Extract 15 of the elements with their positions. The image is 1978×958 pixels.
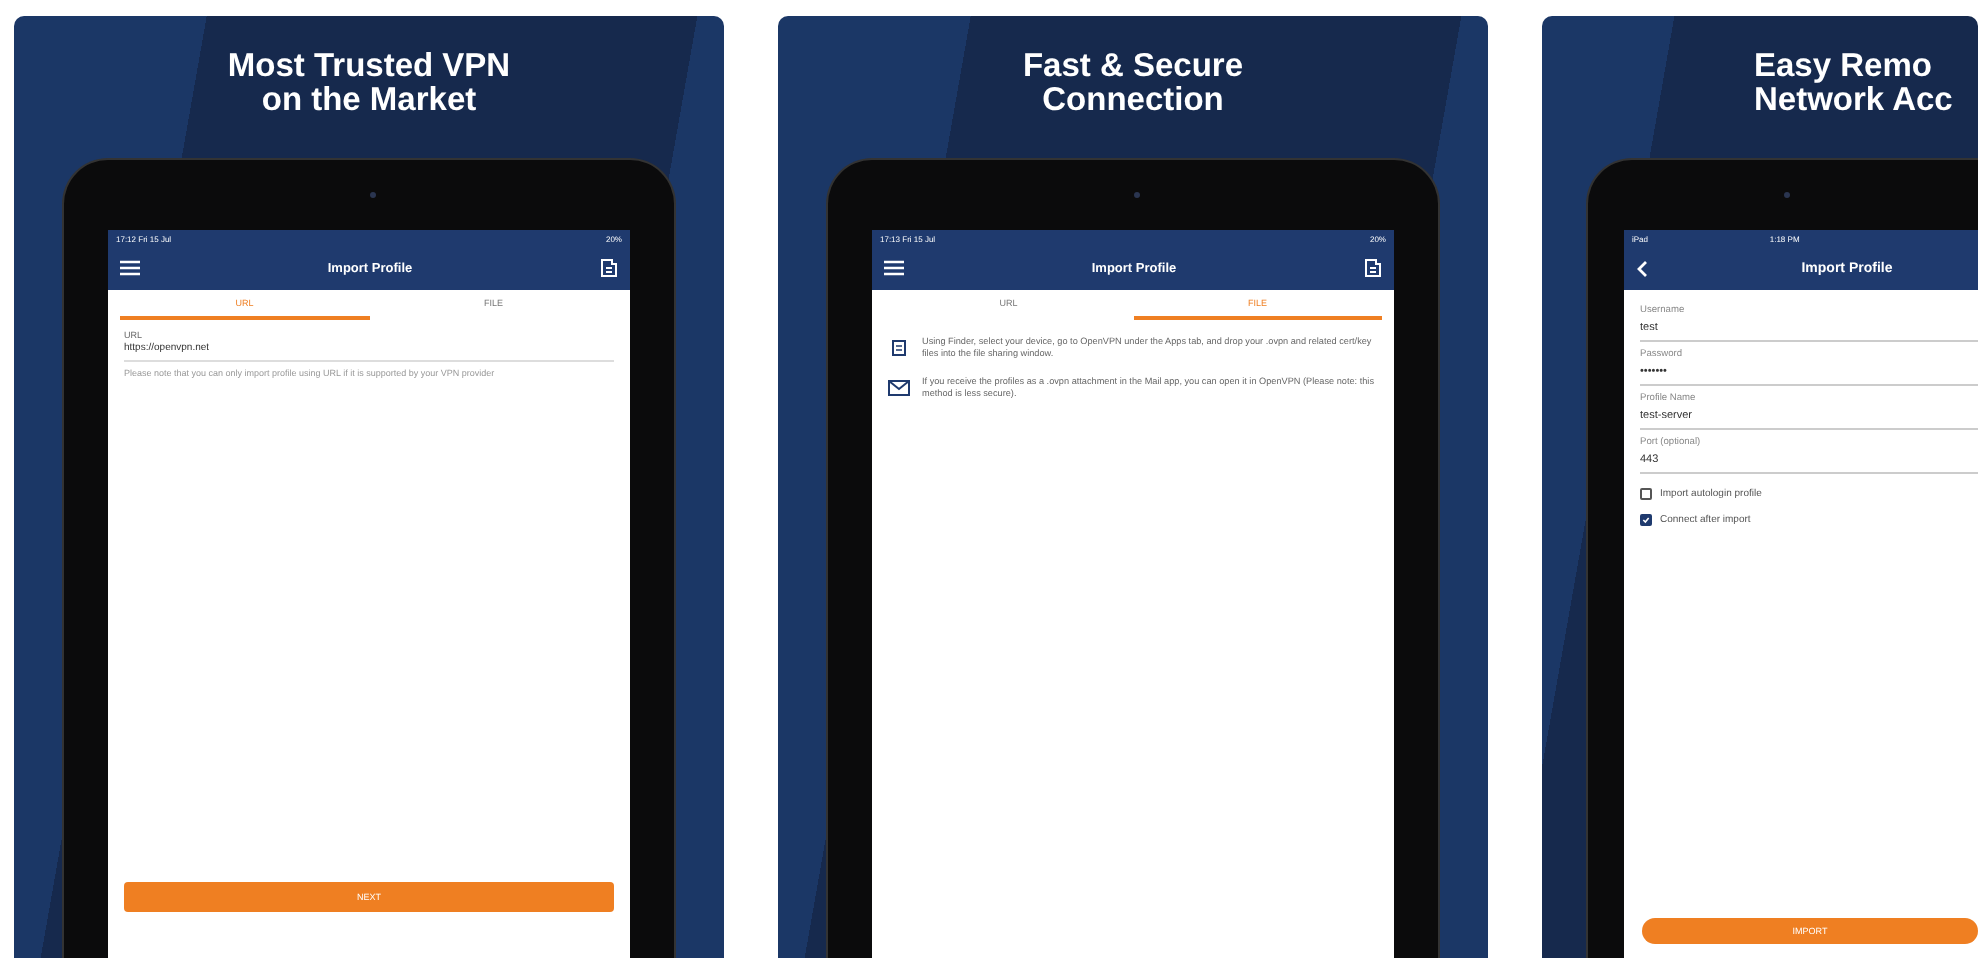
envelope-icon bbox=[888, 380, 910, 396]
headline-text: Network Acc bbox=[1754, 84, 1953, 118]
headline-text: Fast & Secure bbox=[1022, 50, 1244, 84]
import-icon[interactable] bbox=[600, 258, 618, 278]
menu-icon[interactable] bbox=[120, 260, 140, 276]
headline-text: Connection bbox=[1042, 84, 1224, 118]
back-icon[interactable] bbox=[1636, 259, 1648, 277]
headline-text: Easy Remo bbox=[1754, 50, 1932, 84]
checkbox[interactable] bbox=[1640, 488, 1652, 500]
menu-icon[interactable] bbox=[884, 260, 904, 276]
import-icon[interactable] bbox=[1364, 258, 1382, 278]
checkbox[interactable] bbox=[1640, 514, 1652, 526]
file-icon bbox=[892, 340, 906, 356]
headline-text: Most Trusted VPN bbox=[227, 50, 511, 84]
headline-text: on the Market bbox=[261, 84, 477, 118]
